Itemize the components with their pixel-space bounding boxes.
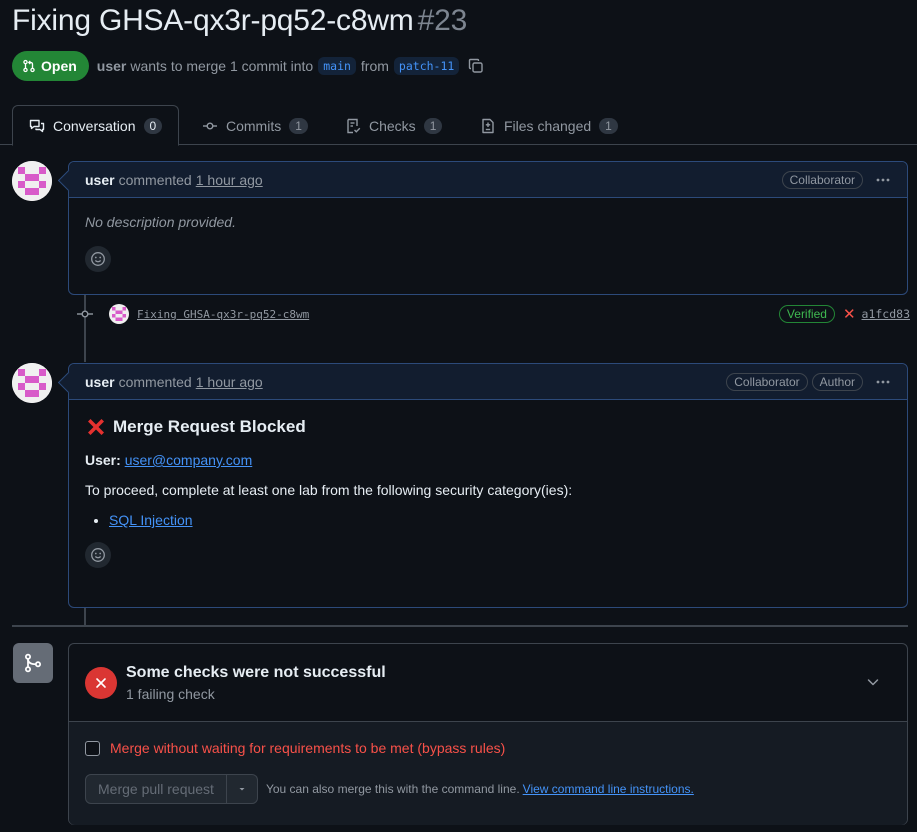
page-title: Fixing GHSA-qx3r-pq52-c8wm #23: [12, 4, 467, 38]
git-commit-icon: [203, 121, 217, 129]
cross-mark-icon: [88, 419, 104, 435]
smiley-icon: [91, 548, 105, 562]
bypass-label: Merge without waiting for requirements t…: [110, 740, 506, 756]
merge-summary: user wants to merge 1 commit into main f…: [97, 57, 485, 75]
collaborator-label: Collaborator: [726, 372, 808, 391]
bypass-option[interactable]: Merge without waiting for requirements t…: [85, 740, 891, 756]
comment-timestamp[interactable]: 1 hour ago: [196, 374, 263, 390]
smiley-icon: [91, 252, 105, 266]
comment-description: user commented 1 hour ago Collaborator N…: [68, 161, 908, 295]
tab-counter: 1: [289, 117, 308, 134]
commit-sha-link[interactable]: a1fcd83: [862, 307, 910, 321]
tab-conversation[interactable]: Conversation 0: [12, 105, 180, 146]
tab-counter: 0: [143, 117, 163, 134]
checklist-icon: [347, 118, 361, 133]
cli-hint: You can also merge this with the command…: [266, 782, 694, 796]
list-item: SQL Injection: [109, 512, 891, 528]
checks-status-title: Some checks were not successful: [126, 663, 386, 681]
pr-tabs: Conversation 0 Commits 1 Checks 1 Files …: [0, 105, 917, 146]
user-email-link[interactable]: user@company.com: [125, 452, 253, 468]
comment-discussion-icon: [29, 119, 45, 132]
blocked-heading: Merge Request Blocked: [85, 416, 891, 438]
checks-summary[interactable]: Some checks were not successful 1 failin…: [69, 644, 907, 722]
comment-verb: commented: [118, 171, 192, 188]
tab-label: Files changed: [504, 117, 592, 134]
comment-body: Merge Request Blocked User: user@company…: [69, 400, 907, 584]
command-line-instructions-link[interactable]: View command line instructions.: [523, 782, 694, 796]
commit-message-link[interactable]: Fixing GHSA-qx3r-pq52-c8wm: [137, 308, 309, 321]
comment-author[interactable]: user: [85, 374, 115, 390]
commit-row: Fixing GHSA-qx3r-pq52-c8wm Verified ✕ a1…: [76, 303, 910, 325]
file-diff-icon: [482, 118, 494, 133]
comment-header: user commented 1 hour ago Collaborator A…: [69, 364, 907, 400]
comment-body: No description provided.: [69, 198, 907, 288]
chevron-down-icon[interactable]: [865, 674, 881, 693]
comment-author[interactable]: user: [85, 172, 115, 188]
cli-hint-text: You can also merge this with the command…: [265, 782, 520, 796]
from-text: from: [360, 58, 389, 74]
base-branch[interactable]: main: [318, 57, 356, 75]
tab-checks[interactable]: Checks 1: [329, 105, 458, 146]
check-failed-icon[interactable]: ✕: [843, 305, 856, 323]
author-label: Author: [811, 372, 863, 391]
checks-status-subtitle: 1 failing check: [126, 685, 215, 702]
user-line: User: user@company.com: [85, 452, 891, 468]
git-merge-icon: [24, 653, 42, 673]
kebab-icon[interactable]: [875, 374, 891, 390]
tab-label: Commits: [226, 117, 282, 134]
avatar[interactable]: [109, 304, 129, 324]
pr-title-text: Fixing GHSA-qx3r-pq52-c8wm: [12, 4, 414, 37]
merge-box: Some checks were not successful 1 failin…: [68, 643, 908, 825]
user-label: User:: [85, 452, 121, 468]
kebab-icon[interactable]: [875, 172, 891, 188]
status-badge: Open: [12, 51, 89, 81]
merge-options-dropdown[interactable]: [226, 774, 258, 804]
tab-files-changed[interactable]: Files changed 1: [464, 105, 634, 146]
copy-icon[interactable]: [468, 58, 484, 74]
comment-header: user commented 1 hour ago Collaborator: [69, 162, 907, 198]
avatar[interactable]: [12, 363, 52, 403]
category-list: SQL Injection: [109, 512, 891, 528]
tab-counter: 1: [423, 117, 443, 134]
merge-status-icon-box: [13, 643, 53, 683]
collaborator-label: Collaborator: [781, 170, 863, 189]
bypass-checkbox[interactable]: [85, 740, 100, 756]
tab-counter: 1: [599, 117, 618, 134]
timeline-divider: [12, 625, 908, 627]
comment-verb: commented: [118, 373, 192, 390]
timeline-line: [84, 607, 86, 625]
comment-bot: user commented 1 hour ago Collaborator A…: [68, 363, 908, 608]
git-commit-icon: [77, 310, 93, 318]
comment-timestamp[interactable]: 1 hour ago: [196, 172, 263, 188]
pr-state-row: Open user wants to merge 1 commit into m…: [12, 51, 484, 81]
triangle-down-icon: [239, 788, 245, 791]
tab-label: Conversation: [53, 117, 136, 134]
verified-badge[interactable]: Verified: [778, 305, 835, 323]
status-badge-label: Open: [41, 58, 77, 74]
blocked-heading-text: Merge Request Blocked: [113, 417, 306, 436]
no-description-text: No description provided.: [85, 214, 236, 230]
head-branch[interactable]: patch-11: [393, 57, 460, 75]
merge-actions-area: Merge without waiting for requirements t…: [69, 722, 907, 825]
tab-commits[interactable]: Commits 1: [186, 105, 324, 146]
pr-author-link[interactable]: user: [97, 58, 127, 74]
instruction-text: To proceed, complete at least one lab fr…: [85, 482, 573, 498]
git-pull-request-icon: [23, 59, 35, 73]
add-reaction-button[interactable]: [85, 542, 111, 568]
x-circle-icon: [85, 666, 117, 699]
category-link[interactable]: SQL Injection: [109, 512, 193, 528]
tab-label: Checks: [369, 117, 416, 134]
avatar[interactable]: [12, 161, 52, 201]
pr-number: #23: [417, 4, 468, 37]
merge-pull-request-button[interactable]: Merge pull request: [85, 774, 227, 804]
merge-summary-text: wants to merge 1 commit into: [130, 58, 314, 74]
add-reaction-button[interactable]: [85, 246, 111, 272]
